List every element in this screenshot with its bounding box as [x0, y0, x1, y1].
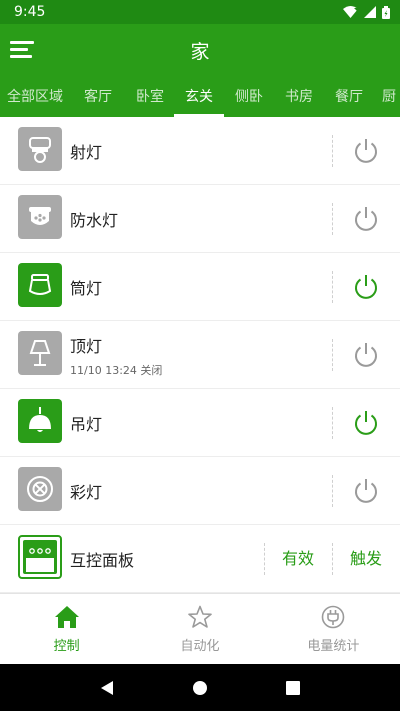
- divider: [332, 203, 333, 235]
- home-button[interactable]: [180, 668, 220, 708]
- status-bar: 9:45: [0, 0, 400, 24]
- trigger-button[interactable]: 触发: [338, 525, 394, 593]
- nav-automation[interactable]: 自动化: [133, 594, 266, 664]
- device-name: 射灯: [70, 143, 103, 162]
- divider: [332, 407, 333, 439]
- power-icon[interactable]: [352, 205, 380, 233]
- signal-icon: [364, 6, 376, 18]
- nav-power-stats[interactable]: 电量统计: [267, 594, 400, 664]
- home-icon: [54, 605, 79, 628]
- wifi-icon: [343, 6, 358, 18]
- table-lamp-icon: [18, 331, 62, 375]
- list-item[interactable]: 防水灯: [0, 185, 400, 253]
- star-icon: [188, 605, 212, 628]
- device-name: 防水灯: [70, 211, 119, 230]
- list-item[interactable]: 筒灯: [0, 253, 400, 321]
- power-icon[interactable]: [352, 137, 380, 165]
- divider: [332, 339, 333, 371]
- status-time: 9:45: [14, 4, 46, 20]
- power-icon[interactable]: [352, 273, 380, 301]
- device-name: 彩灯: [70, 483, 103, 502]
- tab-study[interactable]: 书房: [274, 77, 324, 117]
- power-icon[interactable]: [352, 341, 380, 369]
- tab-living-room[interactable]: 客厅: [70, 77, 126, 117]
- home-circle-icon: [192, 680, 207, 695]
- page-title: 家: [190, 41, 210, 63]
- list-item[interactable]: 吊灯: [0, 389, 400, 457]
- recents-square-icon: [286, 680, 301, 695]
- bottom-nav: 控制 自动化 电量统计: [0, 593, 400, 664]
- tab-entrance[interactable]: 玄关: [174, 77, 224, 117]
- power-icon[interactable]: [352, 409, 380, 437]
- pendant-lamp-icon: [18, 399, 62, 443]
- device-status-text: 11/10 13:24 关闭: [70, 363, 163, 377]
- device-name: 互控面板: [70, 551, 135, 570]
- color-light-icon: [18, 467, 62, 511]
- divider: [332, 543, 333, 575]
- nav-label: 控制: [53, 638, 80, 654]
- power-icon[interactable]: [352, 477, 380, 505]
- nav-label: 电量统计: [307, 638, 360, 654]
- plug-icon: [322, 605, 345, 628]
- area-tabs: 全部区域 客厅 卧室 玄关 侧卧 书房 餐厅 厨: [0, 77, 400, 117]
- list-item[interactable]: 彩灯: [0, 457, 400, 525]
- device-name: 吊灯: [70, 415, 103, 434]
- downlight-icon: [18, 263, 62, 307]
- tab-all-areas[interactable]: 全部区域: [0, 77, 70, 117]
- battery-icon: [382, 5, 390, 19]
- list-item[interactable]: 射灯: [0, 117, 400, 185]
- control-panel-icon: [18, 535, 62, 579]
- spotlight-icon: [18, 127, 62, 171]
- divider: [332, 475, 333, 507]
- waterproof-light-icon: [18, 195, 62, 239]
- status-icons: [343, 5, 390, 19]
- system-nav-bar: [0, 664, 400, 711]
- divider: [332, 271, 333, 303]
- nav-control[interactable]: 控制: [0, 594, 133, 664]
- device-list: 射灯 防水灯 筒灯 顶灯 11/10 13:24 关闭 吊灯 彩灯 互控面板 有…: [0, 117, 400, 593]
- back-button[interactable]: [87, 668, 127, 708]
- tab-dining-room[interactable]: 餐厅: [324, 77, 374, 117]
- device-name: 顶灯: [70, 336, 103, 356]
- list-item[interactable]: 顶灯 11/10 13:24 关闭: [0, 321, 400, 389]
- app-bar: 家: [0, 24, 400, 77]
- recents-button[interactable]: [273, 668, 313, 708]
- tab-bedroom[interactable]: 卧室: [126, 77, 174, 117]
- back-triangle-icon: [100, 680, 113, 695]
- divider: [332, 135, 333, 167]
- device-name: 筒灯: [70, 279, 103, 298]
- valid-button[interactable]: 有效: [270, 525, 326, 593]
- tab-side-bedroom[interactable]: 侧卧: [224, 77, 274, 117]
- nav-label: 自动化: [180, 638, 220, 654]
- tab-kitchen[interactable]: 厨: [374, 77, 400, 117]
- menu-button[interactable]: [10, 39, 34, 59]
- divider: [264, 543, 265, 575]
- list-item[interactable]: 互控面板 有效 触发: [0, 525, 400, 593]
